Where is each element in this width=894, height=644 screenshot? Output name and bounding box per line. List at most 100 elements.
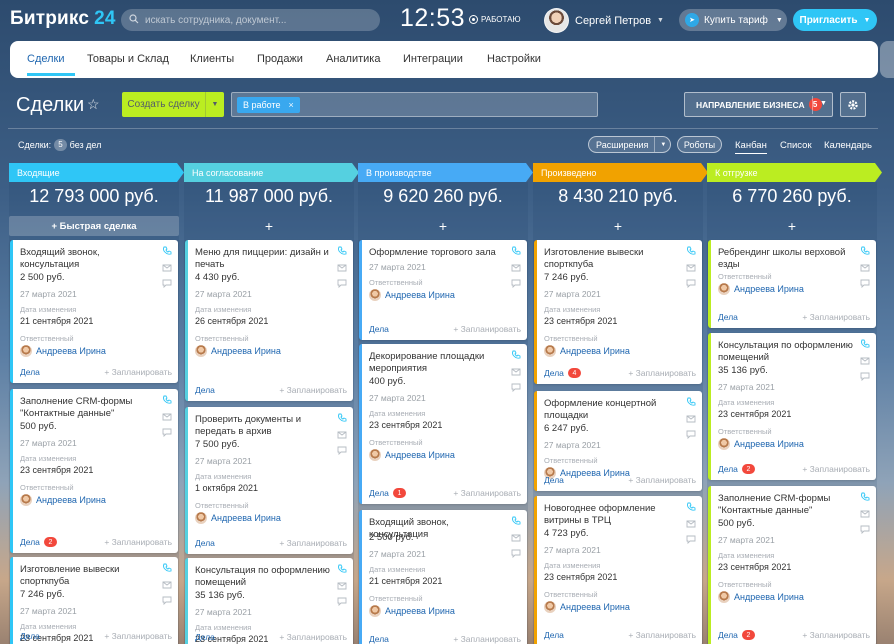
phone-icon[interactable] (162, 563, 172, 573)
phone-icon[interactable] (511, 516, 521, 526)
add-deal-button[interactable]: + (707, 216, 877, 236)
deals-link[interactable]: Дела (20, 367, 40, 377)
mail-icon[interactable] (511, 263, 521, 273)
deal-card[interactable]: Изготовление вывески спорткпуба 7 246 руб… (10, 557, 178, 644)
plan-activity-link[interactable]: + Запланировать (104, 537, 172, 547)
tab-products[interactable]: Товары и Склад (87, 53, 169, 65)
stage-header[interactable]: На согласование (184, 163, 360, 182)
chat-icon[interactable] (337, 278, 347, 288)
chat-icon[interactable] (511, 382, 521, 392)
logo[interactable]: Битрикс 24 (10, 8, 116, 30)
add-deal-button[interactable]: + (184, 216, 354, 236)
deal-title[interactable]: Консультация по оформлению помещений (718, 340, 858, 363)
mail-icon[interactable] (686, 519, 696, 529)
business-direction-button[interactable]: Направление бизнеса 5 ▼ (684, 92, 833, 117)
chat-icon[interactable] (511, 548, 521, 558)
phone-icon[interactable] (162, 395, 172, 405)
chat-icon[interactable] (686, 278, 696, 288)
add-deal-button[interactable]: + (533, 216, 703, 236)
mail-icon[interactable] (337, 263, 347, 273)
stage-header[interactable]: Входящие (9, 163, 185, 182)
mail-icon[interactable] (511, 533, 521, 543)
robots-button[interactable]: Роботы (677, 136, 722, 153)
stage-header[interactable]: Произведено (533, 163, 709, 182)
deal-card[interactable]: Заполнение CRM-формы "Контактные данные"… (708, 486, 876, 644)
stage-header[interactable]: К отгрузке (707, 163, 883, 182)
extensions-button[interactable]: Расширения ▼ (588, 136, 671, 153)
quick-deal-button[interactable]: + Быстрая сделка (9, 216, 179, 236)
tab-deals[interactable]: Сделки (27, 53, 65, 65)
star-icon[interactable]: ☆ (87, 96, 100, 113)
deal-title[interactable]: Изготовление вывески спорткпуба (544, 247, 684, 270)
view-list[interactable]: Список (780, 140, 812, 151)
deals-link[interactable]: Дела 2 (718, 464, 755, 474)
deals-counter[interactable]: Сделки: 5 без дел (18, 139, 101, 151)
mail-icon[interactable] (511, 367, 521, 377)
responsible-person[interactable]: Андреева Ирина (195, 345, 281, 357)
work-status[interactable]: работаю (469, 15, 521, 24)
mail-icon[interactable] (860, 356, 870, 366)
chat-icon[interactable] (162, 427, 172, 437)
chat-icon[interactable] (860, 524, 870, 534)
settings-button[interactable] (840, 92, 866, 117)
plan-activity-link[interactable]: + Запланировать (628, 630, 696, 640)
phone-icon[interactable] (511, 350, 521, 360)
responsible-person[interactable]: Андреева Ирина (718, 591, 804, 603)
create-deal-button[interactable]: Создать сделку ▼ (122, 92, 224, 117)
chat-icon[interactable] (162, 278, 172, 288)
view-calendar[interactable]: Календарь (824, 140, 872, 151)
plan-activity-link[interactable]: + Запланировать (802, 630, 870, 640)
chat-icon[interactable] (337, 596, 347, 606)
deal-title[interactable]: Меню для пиццерии: дизайн и печать (195, 247, 335, 270)
plan-activity-link[interactable]: + Запланировать (802, 464, 870, 474)
phone-icon[interactable] (511, 246, 521, 256)
chat-icon[interactable] (511, 278, 521, 288)
tab-settings[interactable]: Настройки (487, 53, 541, 65)
responsible-person[interactable]: Андреева Ирина (544, 345, 630, 357)
mail-icon[interactable] (162, 580, 172, 590)
deal-title[interactable]: Оформление торгового зала (369, 247, 509, 259)
deal-card[interactable]: Входящий звонок, консультация 2 500 руб. 2… (10, 240, 178, 383)
deal-card[interactable]: Консультация по оформлению помещений 35 1… (708, 333, 876, 480)
deal-title[interactable]: Заполнение CRM-формы "Контактные данные" (20, 396, 160, 419)
deals-link[interactable]: Дела (195, 632, 215, 642)
chat-icon[interactable] (686, 534, 696, 544)
deal-card[interactable]: Входящий звонок, консультация 2 500 руб. 2… (359, 510, 527, 644)
plan-activity-link[interactable]: + Запланировать (104, 631, 172, 641)
deal-title[interactable]: Входящий звонок, консультация (20, 247, 160, 270)
phone-icon[interactable] (686, 397, 696, 407)
deal-title[interactable]: Проверить документы и передать в архив (195, 414, 335, 437)
responsible-person[interactable]: Андреева Ирина (20, 345, 106, 357)
deal-card[interactable]: Консультация по оформлению помещений 35 1… (185, 558, 353, 644)
deals-link[interactable]: Дела (195, 538, 215, 548)
mail-icon[interactable] (686, 414, 696, 424)
deal-title[interactable]: Заполнение CRM-формы "Контактные данные" (718, 493, 858, 516)
deals-link[interactable]: Дела (369, 324, 389, 334)
deals-link[interactable]: Дела 1 (369, 488, 406, 498)
chat-icon[interactable] (337, 445, 347, 455)
buy-tariff-button[interactable]: ➤ Купить тариф ▼ (679, 9, 787, 31)
deals-link[interactable]: Дела (20, 631, 40, 641)
responsible-person[interactable]: Андреева Ирина (195, 512, 281, 524)
deal-title[interactable]: Декорирование площадки мероприятия (369, 351, 509, 374)
deal-card[interactable]: Проверить документы и передать в архив 7 … (185, 407, 353, 554)
plan-activity-link[interactable]: + Запланировать (453, 324, 521, 334)
deal-title[interactable]: Ребрендинг школы верховой езды (718, 247, 858, 270)
deals-link[interactable]: Дела 4 (544, 368, 581, 378)
plan-activity-link[interactable]: + Запланировать (279, 632, 347, 642)
deals-link[interactable]: Дела (369, 634, 389, 644)
tab-analytics[interactable]: Аналитика (326, 53, 380, 65)
responsible-person[interactable]: Андреева Ирина (369, 289, 455, 301)
plan-activity-link[interactable]: + Запланировать (279, 385, 347, 395)
tab-clients[interactable]: Клиенты (190, 53, 234, 65)
responsible-person[interactable]: Андреева Ирина (369, 449, 455, 461)
phone-icon[interactable] (686, 246, 696, 256)
chat-icon[interactable] (860, 371, 870, 381)
deal-card[interactable]: Декорирование площадки мероприятия 400 ру… (359, 344, 527, 504)
deals-link[interactable]: Дела (718, 312, 738, 322)
mail-icon[interactable] (860, 509, 870, 519)
phone-icon[interactable] (337, 413, 347, 423)
mail-icon[interactable] (162, 412, 172, 422)
stage-header[interactable]: В производстве (358, 163, 534, 182)
deal-title[interactable]: Новогоднее оформление витрины в ТРЦ (544, 503, 684, 526)
